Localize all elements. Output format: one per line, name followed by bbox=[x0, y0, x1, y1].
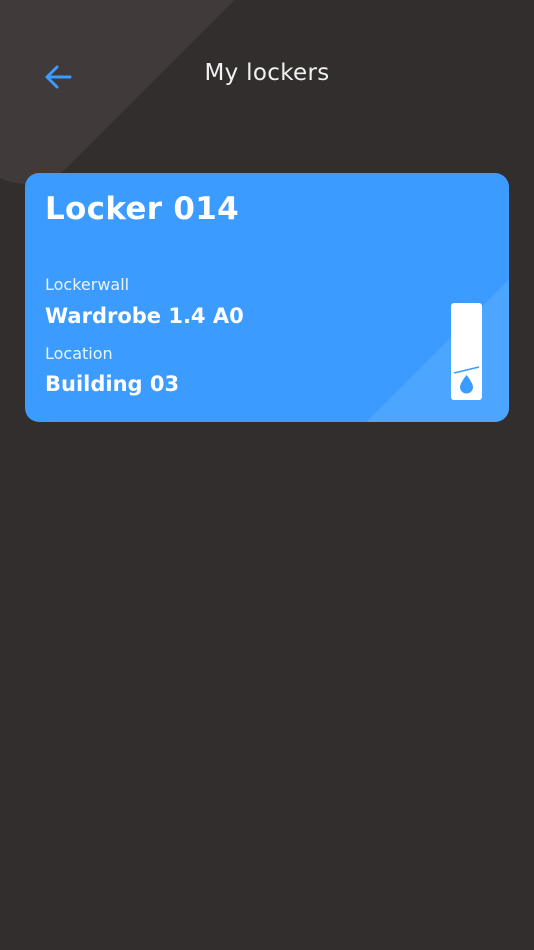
header: My lockers bbox=[0, 0, 534, 150]
page-title: My lockers bbox=[204, 60, 330, 86]
locker-door-icon bbox=[451, 303, 482, 400]
locker-name: Locker 014 bbox=[45, 191, 240, 227]
locker-card[interactable]: Locker 014 Lockerwall Wardrobe 1.4 A0 Lo… bbox=[25, 173, 509, 422]
location-value: Building 03 bbox=[45, 372, 180, 396]
lockerwall-value: Wardrobe 1.4 A0 bbox=[45, 304, 244, 328]
location-label: Location bbox=[45, 344, 113, 363]
lockerwall-label: Lockerwall bbox=[45, 275, 130, 294]
